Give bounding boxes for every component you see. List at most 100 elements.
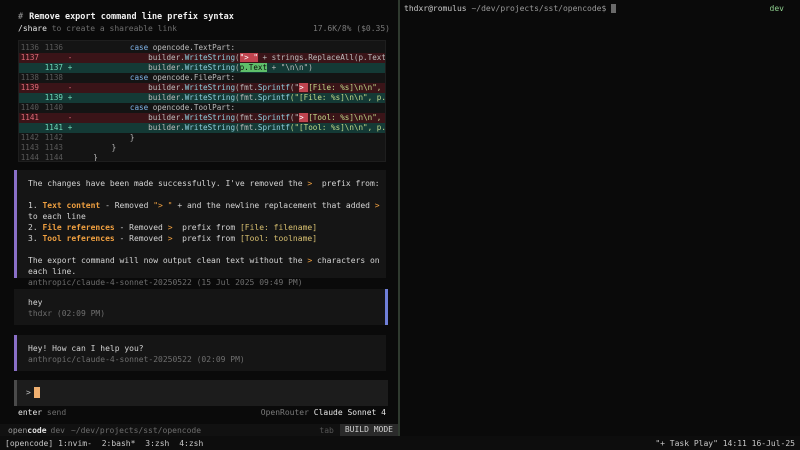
code-token: Sprintf bbox=[257, 123, 290, 132]
model-provider: OpenRouter bbox=[260, 408, 309, 417]
diff-view[interactable]: 1136 1136 case opencode.TextPart: 1137- bu… bbox=[18, 40, 386, 162]
message-token: "> " bbox=[153, 201, 173, 210]
diff-code: case opencode.ToolPart: bbox=[75, 103, 385, 113]
version-label: dev bbox=[50, 425, 65, 435]
tmux-window-4[interactable]: 4:zsh bbox=[179, 439, 203, 448]
tmux-windows: 1:nvim- 2:bash* 3:zsh 4:zsh bbox=[53, 439, 203, 448]
prompt-user-host: thdxr@romulus bbox=[404, 4, 467, 13]
diff-sign bbox=[65, 43, 75, 53]
code-token: builder. bbox=[148, 123, 185, 132]
user-message-meta: thdxr (02:09 PM) bbox=[28, 309, 106, 318]
prompt-path: ~/dev/projects/sst/opencode$ bbox=[471, 4, 607, 13]
code-token: builder. bbox=[148, 53, 185, 62]
code-token: [File: %s]\n\n", bbox=[308, 83, 382, 92]
diff-old-line-number: 1137 bbox=[20, 53, 39, 62]
message-token: to each line bbox=[28, 212, 86, 221]
diff-sign: + bbox=[67, 93, 73, 102]
code-token: } bbox=[129, 133, 135, 142]
terminal-pane[interactable]: thdxr@romulus ~/dev/projects/sst/opencod… bbox=[400, 0, 800, 436]
message-token: 3. bbox=[28, 234, 43, 243]
mode-badge[interactable]: BUILD MODE bbox=[339, 424, 398, 436]
diff-sign: + bbox=[67, 63, 73, 72]
tmux-status-right: "+ Task Play" 14:11 16-Jul-25 bbox=[655, 438, 795, 448]
diff-line: 1144 1144 } bbox=[19, 153, 385, 162]
diff-sign bbox=[65, 153, 75, 161]
assistant-message-line bbox=[28, 189, 386, 200]
code-token: case bbox=[129, 103, 153, 112]
code-token: } bbox=[111, 143, 117, 152]
diff-sign: + bbox=[67, 123, 73, 132]
code-token: builder. bbox=[148, 113, 185, 122]
share-description: to create a shareable link bbox=[46, 24, 177, 33]
code-token: p.Text bbox=[239, 63, 268, 72]
model-name: Claude Sonnet 4 bbox=[313, 408, 386, 417]
text-cursor bbox=[34, 387, 40, 398]
assistant-message-2: Hey! How can I help you? anthropic/claud… bbox=[14, 335, 386, 371]
diff-new-line-number bbox=[41, 53, 65, 63]
code-token: (fmt. bbox=[235, 83, 258, 92]
tmux-status-bar: [opencode] 1:nvim- 2:bash* 3:zsh 4:zsh "… bbox=[0, 436, 800, 450]
message-token: [Tool: toolname] bbox=[239, 234, 318, 243]
user-message-text: hey bbox=[28, 298, 43, 307]
code-token: WriteString bbox=[184, 53, 236, 62]
code-token: + "\n\n") bbox=[267, 63, 313, 72]
code-token: (" bbox=[289, 113, 300, 122]
session-title: Remove export command line prefix syntax bbox=[29, 12, 234, 22]
send-label: send bbox=[42, 408, 67, 417]
terminal-cursor bbox=[611, 4, 617, 13]
assistant-message-meta: anthropic/claude-4-sonnet-20250522 (15 J… bbox=[28, 278, 303, 287]
code-token: case bbox=[129, 43, 153, 52]
diff-sign bbox=[65, 73, 75, 83]
diff-code: } bbox=[75, 133, 385, 143]
diff-code: builder.WriteString("> " + strings.Repla… bbox=[75, 53, 385, 63]
diff-old-line-number bbox=[19, 93, 41, 103]
diff-new-line-number: 1144 bbox=[44, 153, 63, 162]
diff-sign bbox=[65, 103, 75, 113]
diff-old-line-number: 1138 bbox=[20, 73, 39, 82]
code-token: (" bbox=[289, 83, 300, 92]
message-token: - Removed bbox=[114, 234, 168, 243]
opencode-logo: opencode bbox=[8, 426, 47, 435]
working-directory: ~/dev/projects/sst/opencode bbox=[70, 425, 202, 435]
code-token: } bbox=[93, 153, 98, 162]
code-token: WriteString bbox=[184, 93, 236, 102]
message-token: each line. bbox=[28, 267, 77, 276]
message-token: > bbox=[374, 201, 380, 210]
diff-code: builder.WriteString(p.Text + "\n\n") bbox=[75, 63, 385, 73]
tmux-window-1[interactable]: 1:nvim- bbox=[58, 439, 92, 448]
diff-line: 1141 + builder.WriteString(fmt.Sprintf("[… bbox=[19, 123, 385, 133]
code-token: Sprintf bbox=[257, 83, 290, 92]
diff-new-line-number: 1138 bbox=[44, 73, 63, 82]
code-token: builder. bbox=[148, 63, 185, 72]
share-command[interactable]: /share bbox=[18, 24, 47, 33]
diff-old-line-number bbox=[19, 123, 41, 133]
chat-input[interactable]: > bbox=[14, 380, 388, 406]
share-hint[interactable]: /share to create a shareable link bbox=[18, 24, 177, 33]
message-token: The changes have been made successfully.… bbox=[28, 179, 308, 188]
diff-old-line-number: 1142 bbox=[20, 133, 39, 142]
assistant-message-2-meta: anthropic/claude-4-sonnet-20250522 (02:0… bbox=[28, 355, 245, 364]
session-subheader: /share to create a shareable link 17.6K/… bbox=[18, 24, 390, 33]
diff-sign bbox=[65, 133, 75, 143]
code-token: ("[File: %s]\n\n", p. bbox=[289, 93, 385, 102]
message-token: The export command will now output clean… bbox=[28, 256, 308, 265]
assistant-message-line bbox=[28, 244, 386, 255]
message-token: 1. bbox=[28, 201, 43, 210]
message-token: + and the newline replacement that added bbox=[172, 201, 375, 210]
code-token: > bbox=[299, 83, 309, 92]
tmux-window-3[interactable]: 3:zsh bbox=[145, 439, 169, 448]
diff-line: 1137 + builder.WriteString(p.Text + "\n\n… bbox=[19, 63, 385, 73]
assistant-message-2-text: Hey! How can I help you? bbox=[28, 344, 144, 353]
diff-new-line-number: 1136 bbox=[44, 43, 63, 52]
shell-prompt: thdxr@romulus ~/dev/projects/sst/opencod… bbox=[404, 4, 617, 13]
input-hints: enter send OpenRouter Claude Sonnet 4 bbox=[18, 408, 386, 417]
tab-hint: tab bbox=[319, 425, 334, 435]
model-selector[interactable]: OpenRouter Claude Sonnet 4 bbox=[261, 408, 386, 417]
diff-code: case opencode.TextPart: bbox=[75, 43, 385, 53]
tmux-window-2[interactable]: 2:bash* bbox=[102, 439, 136, 448]
opencode-pane: # Remove export command line prefix synt… bbox=[0, 0, 398, 436]
code-token: opencode.FilePart: bbox=[152, 73, 236, 82]
diff-line: 1137 - builder.WriteString("> " + strings… bbox=[19, 53, 385, 63]
diff-new-line-number: 1141 bbox=[44, 123, 63, 132]
diff-line: 1138 1138 case opencode.FilePart: bbox=[19, 73, 385, 83]
